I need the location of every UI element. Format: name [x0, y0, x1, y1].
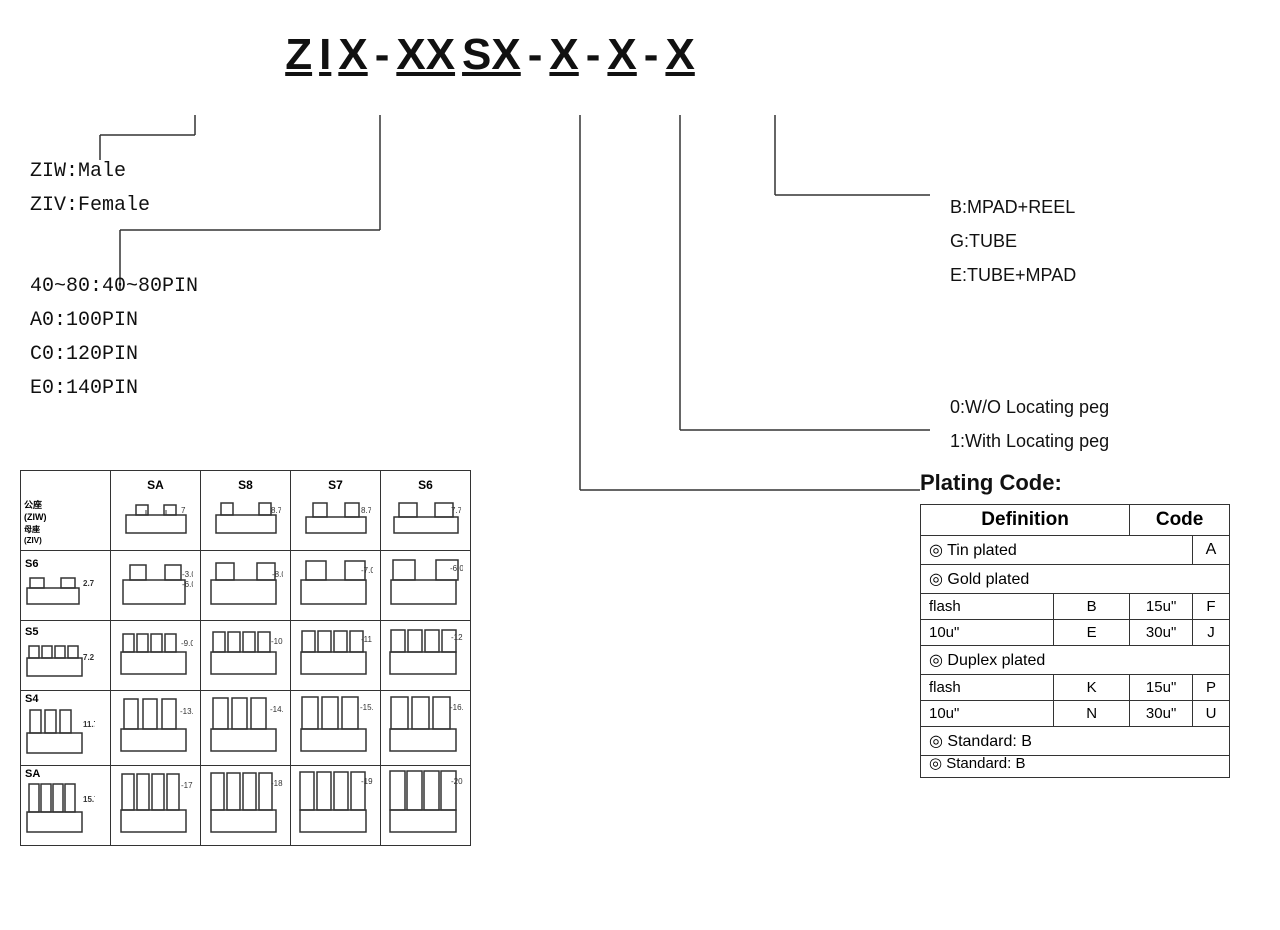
svg-text:-13.0: -13.0: [180, 707, 193, 716]
ziv-label: ZIV:Female: [30, 189, 150, 223]
locating-section: 0:W/O Locating peg 1:With Locating peg: [950, 390, 1250, 458]
pn-x4: X: [662, 30, 697, 80]
gold-flash-code-val: B: [1054, 594, 1130, 620]
connector-table: 公座(ZIW)母座(ZIV) SA 7 S8: [20, 470, 471, 846]
pin-40-80: 40~80:40~80PIN: [30, 270, 198, 304]
svg-text:-18.0: -18.0: [271, 779, 283, 788]
type-labels: ZIW:Male ZIV:Female: [30, 155, 150, 223]
duplex-10u-code-val: N: [1054, 701, 1130, 727]
svg-text:8.7: 8.7: [361, 506, 371, 515]
svg-text:-11: -11: [361, 635, 373, 644]
packaging-section: B:MPAD+REEL G:TUBE E:TUBE+MPAD: [950, 190, 1250, 293]
packaging-b: B:MPAD+REEL: [950, 190, 1250, 224]
svg-text:2.7: 2.7: [83, 579, 95, 588]
svg-text:-14.0: -14.0: [270, 705, 283, 714]
gold-10u-def: 10u": [921, 620, 1054, 646]
svg-text:7.2: 7.2: [83, 653, 95, 662]
duplex-10u-def: 10u": [921, 701, 1054, 727]
tin-plated-def: ◎ Tin plated: [921, 536, 1193, 565]
pn-x1: X: [335, 30, 370, 80]
svg-text:-7.0: -7.0: [361, 566, 373, 575]
pn-x2: X: [546, 30, 581, 80]
svg-text:7: 7: [181, 506, 186, 515]
plating-code-label: Plating Code:: [920, 470, 1260, 496]
svg-text:-10: -10: [271, 637, 283, 646]
svg-text:15.7: 15.7: [83, 795, 95, 804]
duplex-30u-def: 30u": [1130, 701, 1193, 727]
svg-text:8.7: 8.7: [271, 506, 281, 515]
pn-dash3: -: [583, 30, 604, 80]
standard-def: ◎ Standard: B: [921, 727, 1230, 756]
pn-dash1: -: [372, 30, 393, 80]
svg-text:-15.0: -15.0: [360, 703, 373, 712]
svg-text:-20.0: -20.0: [451, 777, 463, 786]
gold-flash-def: flash: [921, 594, 1054, 620]
tin-plated-code-val: A: [1193, 536, 1230, 565]
ziw-label: ZIW:Male: [30, 155, 150, 189]
gold-30u-code-val: J: [1193, 620, 1230, 646]
svg-text:-19.0: -19.0: [361, 777, 373, 786]
svg-text:11.7: 11.7: [83, 720, 95, 729]
plating-section-clean: Plating Code: Definition Code ◎ Tin plat…: [920, 470, 1260, 756]
locating-0: 0:W/O Locating peg: [950, 390, 1250, 424]
part-number-display: Z I X - XX SX - X - X - X: [50, 30, 930, 80]
svg-text:7.7: 7.7: [451, 506, 461, 515]
duplex-30u-code-val: U: [1193, 701, 1230, 727]
gold-10u-code-val: E: [1054, 620, 1130, 646]
pn-x3: X: [604, 30, 639, 80]
svg-text:-16.0: -16.0: [450, 703, 463, 712]
locating-1: 1:With Locating peg: [950, 424, 1250, 458]
duplex-flash-def: flash: [921, 675, 1054, 701]
pn-dash2: -: [525, 30, 546, 80]
pn-i: I: [316, 30, 334, 80]
pin-a0: A0:100PIN: [30, 304, 198, 338]
plating-def-header: Definition: [921, 505, 1130, 536]
pn-z: Z: [282, 30, 315, 80]
packaging-g: G:TUBE: [950, 224, 1250, 258]
packaging-e: E:TUBE+MPAD: [950, 258, 1250, 292]
duplex-flash-code-val: K: [1054, 675, 1130, 701]
gold-plated-def: ◎ Gold plated: [921, 565, 1230, 594]
pin-e0: E0:140PIN: [30, 372, 198, 406]
svg-text:-6.0: -6.0: [182, 580, 193, 589]
plating-full-table: Definition Code ◎ Tin plated A ◎ Gold pl…: [920, 504, 1230, 756]
duplex-15u-code-val: P: [1193, 675, 1230, 701]
duplex-15u-def: 15u": [1130, 675, 1193, 701]
gold-15u-def: 15u": [1130, 594, 1193, 620]
pn-sx: SX: [459, 30, 524, 80]
svg-text:-9.0: -9.0: [181, 639, 193, 648]
gold-15u-code-val: F: [1193, 594, 1230, 620]
pin-count-labels: 40~80:40~80PIN A0:100PIN C0:120PIN E0:14…: [30, 270, 198, 406]
pn-dash4: -: [641, 30, 662, 80]
svg-text:-8.0: -8.0: [272, 570, 283, 579]
svg-text:-12: -12: [451, 633, 463, 642]
pn-xx: XX: [393, 30, 458, 80]
svg-text:-6.0: -6.0: [450, 564, 463, 573]
svg-text:-17.0: -17.0: [181, 781, 193, 790]
plating-code-header: Code: [1130, 505, 1230, 536]
connector-table-container: 公座(ZIW)母座(ZIV) SA 7 S8: [20, 450, 471, 846]
svg-text:-3.0: -3.0: [182, 570, 193, 579]
pin-c0: C0:120PIN: [30, 338, 198, 372]
gold-30u-def: 30u": [1130, 620, 1193, 646]
main-page: { "part_number": { "chars": ["Z", "I", "…: [0, 0, 1280, 930]
duplex-plated-def: ◎ Duplex plated: [921, 646, 1230, 675]
